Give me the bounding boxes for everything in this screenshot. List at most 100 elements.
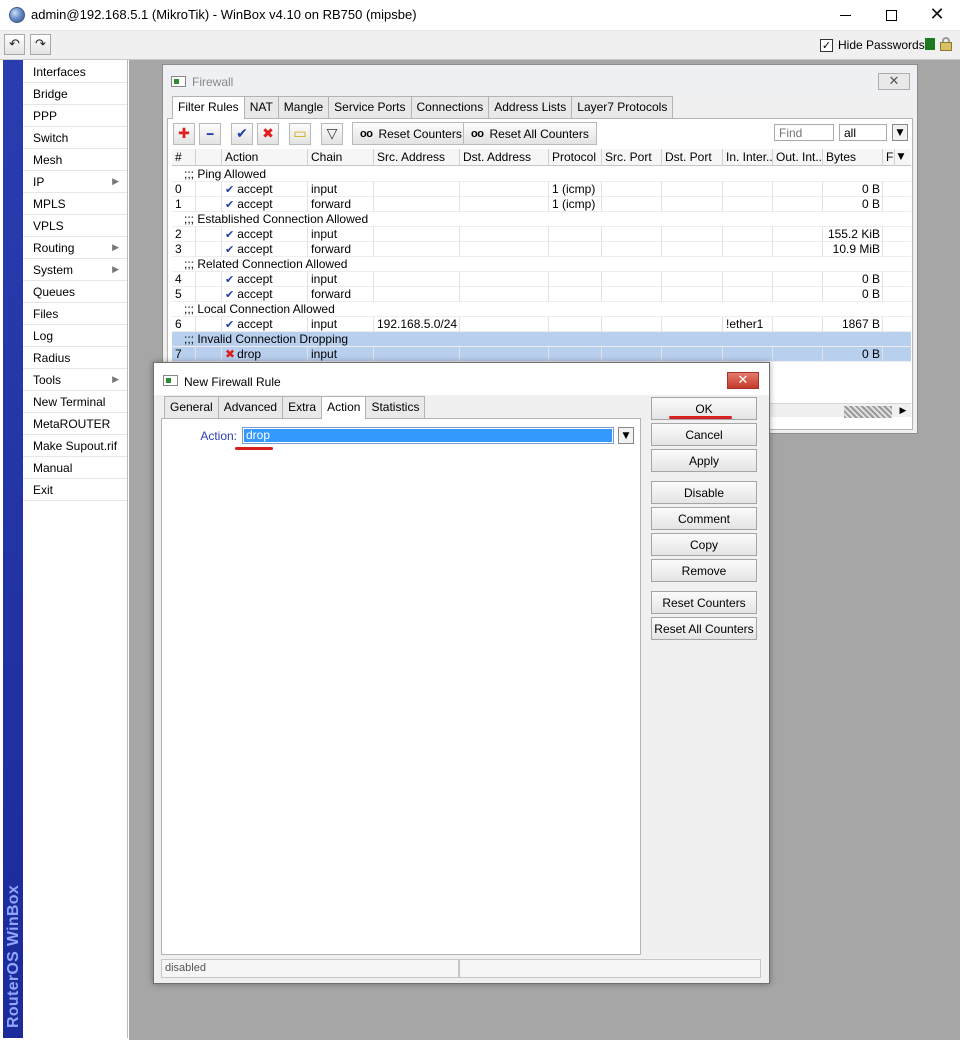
columns-menu-button[interactable]: ▼ bbox=[893, 149, 909, 165]
sidebar-item-files[interactable]: Files bbox=[23, 303, 127, 325]
minimize-button[interactable] bbox=[822, 0, 868, 30]
filter-dropdown-button[interactable]: ▼ bbox=[892, 124, 908, 141]
reset-all-counters-button[interactable]: oo Reset All Counters bbox=[463, 122, 597, 145]
table-row[interactable]: 0 input 1 (icmp) 0 B ✔ accept bbox=[172, 182, 911, 197]
comment-row[interactable]: ;;; Ping Allowed bbox=[172, 167, 911, 182]
table-row[interactable]: 1 forward 1 (icmp) 0 B ✔ accept bbox=[172, 197, 911, 212]
close-window-button[interactable]: ✕ bbox=[914, 0, 960, 30]
comment-row[interactable]: ;;; Invalid Connection Dropping bbox=[172, 332, 911, 347]
action-dropdown-button[interactable]: ▼ bbox=[618, 427, 634, 444]
sidebar-item-manual[interactable]: Manual bbox=[23, 457, 127, 479]
tab-action[interactable]: Action bbox=[321, 396, 367, 419]
submenu-arrow-icon: ▶ bbox=[112, 177, 119, 187]
column-header[interactable]: Chain bbox=[308, 149, 374, 166]
table-row[interactable]: 4 input 0 B ✔ accept bbox=[172, 272, 911, 287]
reset-all-counters-button[interactable]: Reset All Counters bbox=[651, 617, 757, 640]
sidebar-item-label: Mesh bbox=[33, 153, 63, 167]
sidebar-item-exit[interactable]: Exit bbox=[23, 479, 127, 501]
sidebar-item-mesh[interactable]: Mesh bbox=[23, 149, 127, 171]
remove-rule-button[interactable]: ━ bbox=[199, 123, 221, 145]
column-header[interactable]: Src. Address bbox=[374, 149, 460, 166]
table-row[interactable]: 3 forward 10.9 MiB ✔ accept bbox=[172, 242, 911, 257]
tab-mangle[interactable]: Mangle bbox=[277, 96, 330, 118]
sidebar-item-metarouter[interactable]: MetaROUTER bbox=[23, 413, 127, 435]
sidebar-item-interfaces[interactable]: Interfaces bbox=[23, 61, 127, 83]
scroll-right-icon[interactable]: ▶ bbox=[896, 404, 910, 418]
column-header[interactable]: Dst. Port bbox=[662, 149, 723, 166]
dialog-title-bar[interactable]: New Firewall Rule ✕ bbox=[154, 363, 769, 395]
filter-button[interactable]: ▽ bbox=[321, 123, 343, 145]
sidebar-item-routing[interactable]: Routing ▶ bbox=[23, 237, 127, 259]
tab-general[interactable]: General bbox=[164, 396, 219, 418]
tab-connections[interactable]: Connections bbox=[410, 96, 490, 118]
sidebar-item-label: System bbox=[33, 263, 74, 277]
table-row[interactable]: 5 forward 0 B ✔ accept bbox=[172, 287, 911, 302]
tab-layer7-protocols[interactable]: Layer7 Protocols bbox=[571, 96, 674, 118]
sidebar-item-log[interactable]: Log bbox=[23, 325, 127, 347]
column-header[interactable] bbox=[196, 149, 222, 166]
comment-row[interactable]: ;;; Local Connection Allowed bbox=[172, 302, 911, 317]
column-header[interactable]: # bbox=[172, 149, 196, 166]
sidebar-item-switch[interactable]: Switch bbox=[23, 127, 127, 149]
disable-rule-button[interactable]: ✖ bbox=[257, 123, 279, 145]
find-input[interactable] bbox=[774, 124, 834, 141]
sidebar-item-label: Queues bbox=[33, 285, 76, 299]
filter-select[interactable]: all bbox=[839, 124, 887, 141]
column-header[interactable]: Out. Int... bbox=[773, 149, 823, 166]
add-rule-button[interactable]: ✚ bbox=[173, 123, 195, 145]
comment-icon: ▭ bbox=[293, 126, 307, 142]
column-header[interactable]: Dst. Address bbox=[460, 149, 549, 166]
comment-row[interactable]: ;;; Related Connection Allowed bbox=[172, 257, 911, 272]
firewall-title-bar[interactable]: Firewall ✕ bbox=[163, 65, 917, 95]
sidebar-item-vpls[interactable]: VPLS bbox=[23, 215, 127, 237]
table-row[interactable]: 7 input 0 B ✖ drop bbox=[172, 347, 911, 362]
comment-button[interactable]: Comment bbox=[651, 507, 757, 530]
comment-button[interactable]: ▭ bbox=[289, 123, 311, 145]
comment-row[interactable]: ;;; Established Connection Allowed bbox=[172, 212, 911, 227]
tab-statistics[interactable]: Statistics bbox=[365, 396, 426, 418]
sidebar-item-make-supout[interactable]: Make Supout.rif bbox=[23, 435, 127, 457]
sidebar-item-ip[interactable]: IP ▶ bbox=[23, 171, 127, 193]
disable-button[interactable]: Disable bbox=[651, 481, 757, 504]
accept-check-icon: ✔ bbox=[225, 183, 235, 196]
sidebar-item-ppp[interactable]: PPP bbox=[23, 105, 127, 127]
column-header[interactable]: Bytes bbox=[823, 149, 883, 166]
firewall-close-button[interactable]: ✕ bbox=[878, 73, 910, 90]
action-field-label: Action: bbox=[200, 429, 237, 443]
tab-advanced[interactable]: Advanced bbox=[217, 396, 284, 418]
enable-rule-button[interactable]: ✔ bbox=[231, 123, 253, 145]
column-header[interactable]: Src. Port bbox=[602, 149, 662, 166]
reset-counters-button[interactable]: Reset Counters bbox=[651, 591, 757, 614]
cell-chain: input bbox=[308, 182, 374, 197]
redo-button[interactable]: ↷ bbox=[30, 34, 51, 55]
cancel-button[interactable]: Cancel bbox=[651, 423, 757, 446]
maximize-button[interactable] bbox=[868, 0, 914, 30]
tab-address-lists[interactable]: Address Lists bbox=[488, 96, 573, 118]
sidebar-item-queues[interactable]: Queues bbox=[23, 281, 127, 303]
hide-passwords-toggle[interactable]: ✓ Hide Passwords bbox=[820, 38, 925, 52]
undo-button[interactable]: ↶ bbox=[4, 34, 25, 55]
column-header[interactable]: Action bbox=[222, 149, 308, 166]
reset-counters-button[interactable]: oo Reset Counters bbox=[352, 122, 470, 145]
sidebar-item-bridge[interactable]: Bridge bbox=[23, 83, 127, 105]
tab-service-ports[interactable]: Service Ports bbox=[328, 96, 412, 118]
sidebar-item-mpls[interactable]: MPLS bbox=[23, 193, 127, 215]
tab-nat[interactable]: NAT bbox=[243, 96, 279, 118]
table-row[interactable]: 2 input 155.2 KiB ✔ accept bbox=[172, 227, 911, 242]
sidebar-item-tools[interactable]: Tools ▶ bbox=[23, 369, 127, 391]
tab-filter-rules[interactable]: Filter Rules bbox=[172, 96, 245, 119]
hide-passwords-checkbox[interactable]: ✓ bbox=[820, 38, 833, 52]
sidebar-item-new-terminal[interactable]: New Terminal bbox=[23, 391, 127, 413]
sidebar-item-system[interactable]: System ▶ bbox=[23, 259, 127, 281]
action-select[interactable]: drop bbox=[242, 427, 614, 444]
tab-extra[interactable]: Extra bbox=[282, 396, 323, 418]
table-row[interactable]: 6 input 192.168.5.0/24 !ether1 1867 B ✔ accept bbox=[172, 317, 911, 332]
column-header[interactable]: In. Inter... bbox=[723, 149, 773, 166]
dialog-close-button[interactable]: ✕ bbox=[727, 372, 759, 389]
apply-button[interactable]: Apply bbox=[651, 449, 757, 472]
copy-button[interactable]: Copy bbox=[651, 533, 757, 556]
remove-button[interactable]: Remove bbox=[651, 559, 757, 582]
scrollbar-thumb[interactable] bbox=[844, 406, 892, 418]
sidebar-item-radius[interactable]: Radius bbox=[23, 347, 127, 369]
column-header[interactable]: Protocol bbox=[549, 149, 602, 166]
